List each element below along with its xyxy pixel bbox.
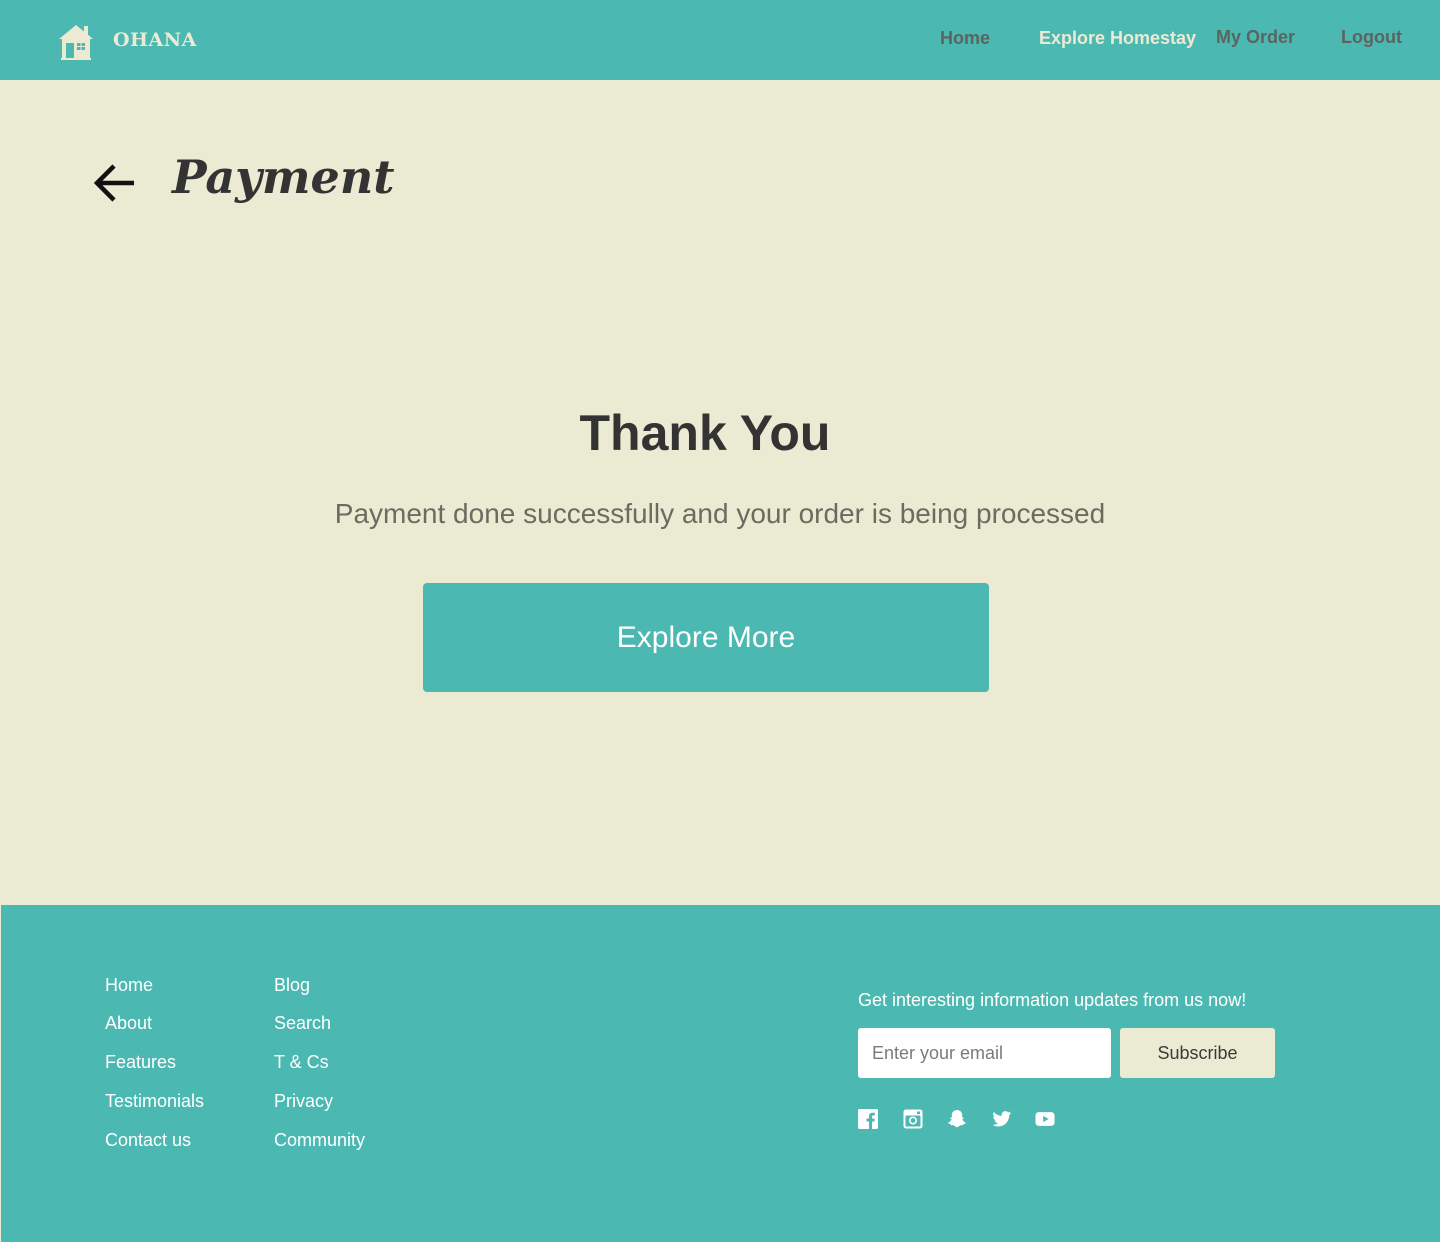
nav-my-order[interactable]: My Order [1216, 27, 1295, 48]
nav-explore-homestay[interactable]: Explore Homestay [1039, 28, 1196, 49]
page-title: Payment [172, 150, 395, 204]
footer-link-blog[interactable]: Blog [274, 975, 310, 996]
confirmation-message: Payment done successfully and your order… [334, 498, 1106, 529]
footer-link-contact[interactable]: Contact us [105, 1130, 191, 1151]
house-icon[interactable] [57, 22, 95, 60]
brand-name[interactable]: OHANA [113, 29, 197, 51]
footer-link-home[interactable]: Home [105, 975, 153, 996]
youtube-icon[interactable] [1035, 1109, 1055, 1129]
explore-more-button[interactable]: Explore More [423, 583, 989, 692]
confirmation-title: Thank You [579, 405, 831, 461]
twitter-icon[interactable] [992, 1109, 1012, 1129]
newsletter-text: Get interesting information updates from… [858, 990, 1247, 1010]
nav-home[interactable]: Home [940, 28, 990, 49]
footer-link-search[interactable]: Search [274, 1013, 331, 1034]
subscribe-button[interactable]: Subscribe [1120, 1028, 1275, 1078]
arrow-left-icon[interactable] [92, 161, 138, 205]
nav-logout[interactable]: Logout [1341, 27, 1402, 48]
footer-link-privacy[interactable]: Privacy [274, 1091, 333, 1112]
footer-link-terms[interactable]: T & Cs [274, 1052, 329, 1073]
footer-link-community[interactable]: Community [274, 1130, 365, 1151]
top-nav-bar: OHANA Home Explore Homestay My Order Log… [0, 0, 1440, 80]
footer-link-features[interactable]: Features [105, 1052, 176, 1073]
instagram-icon[interactable] [903, 1109, 923, 1129]
footer-link-about[interactable]: About [105, 1013, 152, 1034]
email-input[interactable] [858, 1028, 1111, 1078]
footer-link-testimonials[interactable]: Testimonials [105, 1091, 204, 1112]
facebook-icon[interactable] [858, 1109, 878, 1129]
snapchat-icon[interactable] [947, 1109, 967, 1129]
